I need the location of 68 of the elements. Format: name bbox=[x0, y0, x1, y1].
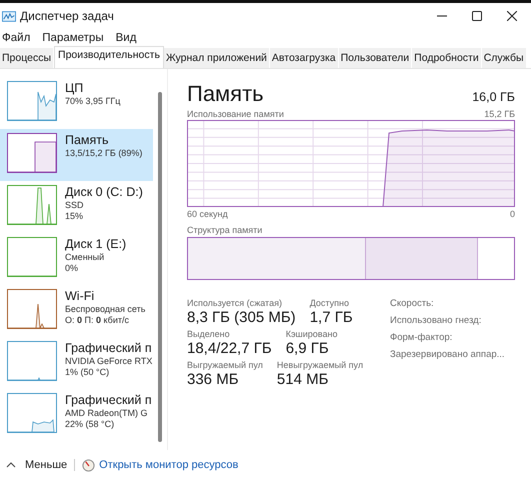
item-name: Графический п bbox=[65, 340, 152, 356]
chart-max: 15,2 ГБ bbox=[484, 108, 515, 119]
structure-label: Структура памяти bbox=[187, 224, 264, 235]
sidebar-item[interactable]: Wi-Fi Беспроводная сеть О: 0 П: 0 кбит/с bbox=[0, 284, 153, 337]
stat-value: 514 МБ bbox=[276, 370, 330, 388]
tab[interactable]: Журнал приложений bbox=[164, 48, 270, 68]
stat-value: 6,9 ГБ bbox=[286, 340, 330, 357]
item-detail: 13,5/15,2 ГБ (89%) bbox=[65, 148, 142, 159]
item-detail: Беспроводная сеть bbox=[65, 304, 146, 315]
tab[interactable]: Пользователи bbox=[338, 48, 412, 68]
item-name: ЦП bbox=[65, 80, 84, 96]
sidebar-item[interactable]: ЦП 70% 3,95 ГГц bbox=[0, 76, 153, 129]
item-name: Графический п bbox=[65, 392, 152, 408]
menu-item[interactable]: Параметры bbox=[42, 32, 104, 44]
item-detail: 15% bbox=[65, 210, 84, 222]
stat-value: 8,3 ГБ (305 МБ) bbox=[187, 308, 296, 326]
detail-label: Форм-фактор: bbox=[390, 332, 454, 343]
stat-label: Кэшировано bbox=[286, 328, 338, 339]
fewer-details-link[interactable]: Меньше bbox=[25, 459, 68, 472]
tab[interactable]: Процессы bbox=[0, 48, 54, 68]
chart-label: Использование памяти bbox=[187, 108, 284, 119]
close-icon[interactable] bbox=[507, 11, 517, 22]
item-name: Память bbox=[65, 132, 110, 148]
tab[interactable]: Подробности bbox=[412, 48, 482, 68]
detail-label: Использовано гнезд: bbox=[390, 314, 482, 326]
total-memory: 16,0 ГБ bbox=[472, 90, 515, 104]
stat-label: Невыгружаемый пул bbox=[276, 360, 364, 370]
item-detail: NVIDIA GeForce RTX bbox=[65, 356, 152, 367]
item-name: Диск 1 (E:) bbox=[65, 236, 126, 252]
scrollbar[interactable] bbox=[158, 92, 162, 442]
menu-item[interactable]: Вид bbox=[116, 32, 136, 44]
window-title: Диспетчер задач bbox=[20, 9, 114, 24]
maximize-icon[interactable] bbox=[472, 11, 482, 22]
item-detail: 22% (58 °C) bbox=[65, 418, 116, 430]
tab[interactable]: Службы bbox=[482, 48, 526, 68]
item-detail: SSD bbox=[65, 200, 85, 211]
resource-monitor-link[interactable]: Открыть монитор ресурсов bbox=[99, 459, 238, 472]
gauge-icon bbox=[82, 458, 96, 472]
tab[interactable]: Производительность bbox=[54, 46, 164, 68]
item-detail: 0% bbox=[65, 262, 80, 274]
item-name: Wi-Fi bbox=[65, 288, 96, 304]
stat-label: Выгружаемый пул bbox=[187, 360, 263, 370]
item-detail: 1% (50 °C) bbox=[65, 366, 110, 378]
menu-item[interactable]: Файл bbox=[2, 32, 30, 44]
sidebar-item[interactable]: Память 13,5/15,2 ГБ (89%) bbox=[0, 128, 153, 181]
stat-value: 336 МБ bbox=[187, 370, 240, 388]
detail-label: Скорость: bbox=[390, 298, 435, 309]
sidebar-item[interactable]: Диск 1 (E:) Сменный 0% bbox=[0, 232, 153, 285]
item-detail: AMD Radeon(TM) G bbox=[65, 408, 149, 419]
app-icon bbox=[2, 10, 16, 22]
time-axis-start: 60 секунд bbox=[187, 208, 228, 219]
item-detail: О: 0 П: 0 кбит/с bbox=[65, 314, 130, 326]
sidebar-item[interactable]: Диск 0 (C: D:) SSD 15% bbox=[0, 180, 153, 233]
stat-label: Выделено bbox=[187, 328, 231, 339]
stat-value: 18,4/22,7 ГБ bbox=[187, 340, 272, 357]
sidebar-item[interactable]: Графический п NVIDIA GeForce RTX 1% (50 °C) bbox=[0, 336, 153, 389]
stat-value: 1,7 ГБ bbox=[310, 308, 353, 326]
caret-icon[interactable] bbox=[6, 462, 16, 468]
item-name: Диск 0 (C: D:) bbox=[65, 184, 143, 200]
time-axis-end: 0 bbox=[510, 208, 515, 219]
sidebar-item[interactable]: Графический п AMD Radeon(TM) G 22% (58 °C) bbox=[0, 388, 153, 441]
item-detail: 70% 3,95 ГГц bbox=[65, 96, 120, 107]
stat-label: Доступно bbox=[310, 298, 350, 308]
detail-label: Зарезервировано аппар... bbox=[390, 348, 505, 360]
tab[interactable]: Автозагрузка bbox=[270, 48, 339, 68]
stat-label: Используется (сжатая) bbox=[187, 298, 283, 308]
panel-title: Память bbox=[187, 80, 264, 107]
item-detail: Сменный bbox=[65, 252, 106, 263]
